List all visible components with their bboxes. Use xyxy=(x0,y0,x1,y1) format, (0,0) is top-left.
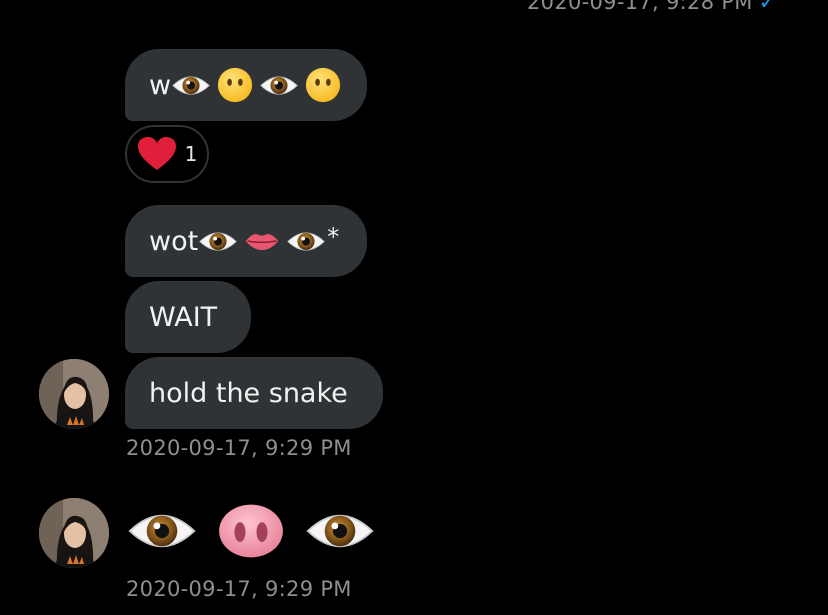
avatar[interactable] xyxy=(39,359,109,429)
message-text: WAIT xyxy=(149,301,218,333)
message-timestamp: 2020-09-17, 9:29 PM xyxy=(126,577,352,601)
lips-emoji-icon xyxy=(244,230,280,252)
message-text: w xyxy=(149,69,172,101)
eye-emoji-icon xyxy=(287,228,325,255)
message-timestamp: 2020-09-17, 9:28 PM ✓ xyxy=(527,0,777,14)
message-bubble[interactable]: w xyxy=(125,49,367,121)
pig-nose-emoji-icon xyxy=(218,503,284,559)
reaction-badge[interactable]: 1 xyxy=(125,125,209,183)
no-mouth-face-icon xyxy=(305,67,341,103)
avatar[interactable] xyxy=(39,498,109,568)
eye-emoji-icon xyxy=(128,506,196,556)
heart-icon xyxy=(137,136,177,172)
message-bubble[interactable]: hold the snake xyxy=(125,357,383,429)
eye-emoji-icon xyxy=(306,506,374,556)
message-suffix: * xyxy=(327,223,340,251)
message-text: hold the snake xyxy=(149,377,348,409)
message-bubble[interactable]: WAIT xyxy=(125,281,251,353)
message-timestamp: 2020-09-17, 9:29 PM xyxy=(126,436,352,460)
message-bubble[interactable]: wot * xyxy=(125,205,367,277)
no-mouth-face-icon xyxy=(217,67,253,103)
message-text: wot xyxy=(149,225,199,257)
eye-emoji-icon xyxy=(260,72,298,99)
reaction-count: 1 xyxy=(184,142,198,166)
eye-emoji-icon xyxy=(199,228,237,255)
emoji-message[interactable] xyxy=(128,503,374,559)
eye-emoji-icon xyxy=(172,72,210,99)
timestamp-text: 2020-09-17, 9:28 PM xyxy=(527,0,753,14)
check-icon: ✓ xyxy=(758,0,777,14)
